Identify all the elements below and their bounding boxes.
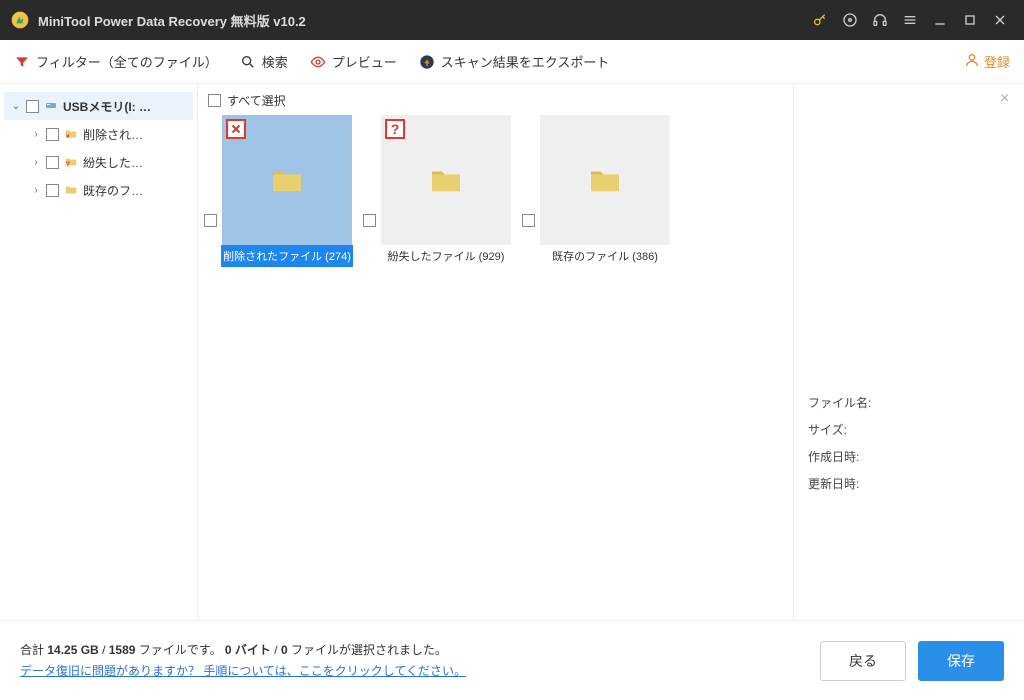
minimize-button[interactable] bbox=[926, 6, 954, 34]
footer: 合計 14.25 GB / 1589 ファイルです。 0 バイト / 0 ファイ… bbox=[0, 620, 1024, 700]
details-panel: × ファイル名: サイズ: 作成日時: 更新日時: bbox=[794, 84, 1024, 620]
tree-item-label: 紛失した… bbox=[83, 154, 193, 171]
detail-filename-label: ファイル名: bbox=[808, 394, 1010, 411]
close-button[interactable] bbox=[986, 6, 1014, 34]
preview-button[interactable]: プレビュー bbox=[310, 52, 397, 71]
tile-thumb bbox=[540, 115, 670, 245]
select-all-row: すべて選択 bbox=[204, 90, 787, 115]
register-button[interactable]: 登録 bbox=[964, 52, 1010, 71]
tile-checkbox[interactable] bbox=[522, 214, 535, 227]
folder-x-icon: × bbox=[63, 126, 79, 142]
register-label: 登録 bbox=[984, 52, 1010, 71]
checkbox[interactable] bbox=[46, 184, 59, 197]
tile-wrap: ? 紛失したファイル (929) bbox=[363, 115, 512, 267]
x-badge-icon bbox=[226, 119, 246, 139]
tree-item-deleted[interactable]: › × 削除され… bbox=[4, 120, 193, 148]
selected-bytes: 0 バイト bbox=[225, 643, 271, 657]
tree-item-existing[interactable]: › 既存のフ… bbox=[4, 176, 193, 204]
filter-button[interactable]: フィルター（全てのファイル） bbox=[14, 52, 218, 71]
question-badge-icon: ? bbox=[385, 119, 405, 139]
tile-checkbox[interactable] bbox=[204, 214, 217, 227]
tile-lost-files[interactable]: ? 紛失したファイル (929) bbox=[380, 115, 512, 267]
tile-label: 削除されたファイル (274) bbox=[221, 245, 353, 267]
checkbox[interactable] bbox=[26, 100, 39, 113]
export-button[interactable]: スキャン結果をエクスポート bbox=[419, 52, 610, 71]
tree-root-usb[interactable]: ⌄ USBメモリ(I: … bbox=[4, 92, 193, 120]
chevron-right-icon: › bbox=[30, 129, 42, 140]
search-button[interactable]: 検索 bbox=[240, 52, 288, 71]
headphones-icon[interactable] bbox=[866, 6, 894, 34]
main: ⌄ USBメモリ(I: … › × 削除され… › ? 紛失した… › 既存のフ… bbox=[0, 84, 1024, 620]
help-link[interactable]: データ復旧に問題がありますか？ 手順については、ここをクリックしてください。 bbox=[20, 664, 466, 678]
total-files: 1589 bbox=[109, 643, 136, 657]
search-icon bbox=[240, 54, 256, 70]
tile-label: 既存のファイル (386) bbox=[539, 245, 671, 267]
tile-deleted-files[interactable]: 削除されたファイル (274) bbox=[221, 115, 353, 267]
filter-icon bbox=[14, 54, 30, 70]
svg-text:×: × bbox=[66, 134, 70, 141]
chevron-right-icon: › bbox=[30, 157, 42, 168]
content: すべて選択 削除されたファイル (274) bbox=[198, 84, 1024, 620]
tree-item-lost[interactable]: › ? 紛失した… bbox=[4, 148, 193, 176]
sidebar-tree: ⌄ USBメモリ(I: … › × 削除され… › ? 紛失した… › 既存のフ… bbox=[0, 84, 198, 620]
select-all-checkbox[interactable] bbox=[208, 94, 221, 107]
svg-text:?: ? bbox=[66, 162, 70, 169]
chevron-down-icon: ⌄ bbox=[10, 101, 22, 112]
export-label: スキャン結果をエクスポート bbox=[441, 52, 610, 71]
tile-label: 紛失したファイル (929) bbox=[380, 245, 512, 267]
selected-files: 0 bbox=[281, 643, 288, 657]
eye-icon bbox=[310, 54, 326, 70]
titlebar: MiniTool Power Data Recovery 無料版 v10.2 bbox=[0, 0, 1024, 40]
grid-pane: すべて選択 削除されたファイル (274) bbox=[198, 84, 794, 620]
checkbox[interactable] bbox=[46, 128, 59, 141]
preview-label: プレビュー bbox=[332, 52, 397, 71]
folder-icon bbox=[63, 182, 79, 198]
tree-item-label: 既存のフ… bbox=[83, 182, 193, 199]
key-icon[interactable] bbox=[806, 6, 834, 34]
detail-size-label: サイズ: bbox=[808, 421, 1010, 438]
search-label: 検索 bbox=[262, 52, 288, 71]
menu-icon[interactable] bbox=[896, 6, 924, 34]
tile-existing-files[interactable]: 既存のファイル (386) bbox=[539, 115, 671, 267]
tile-wrap: 既存のファイル (386) bbox=[522, 115, 671, 267]
tile-thumb: ? bbox=[381, 115, 511, 245]
total-size: 14.25 GB bbox=[47, 643, 98, 657]
app-logo-icon bbox=[10, 10, 30, 30]
tile-thumb bbox=[222, 115, 352, 245]
status-text: 合計 14.25 GB / 1589 ファイルです。 0 バイト / 0 ファイ… bbox=[20, 640, 808, 681]
detail-modified-label: 更新日時: bbox=[808, 475, 1010, 492]
detail-created-label: 作成日時: bbox=[808, 448, 1010, 465]
disc-icon[interactable] bbox=[836, 6, 864, 34]
drive-icon bbox=[43, 98, 59, 114]
tree-item-label: 削除され… bbox=[83, 126, 193, 143]
maximize-button[interactable] bbox=[956, 6, 984, 34]
close-details-button[interactable]: × bbox=[1000, 92, 1016, 108]
select-all-label: すべて選択 bbox=[227, 92, 286, 109]
chevron-right-icon: › bbox=[30, 185, 42, 196]
tile-grid: 削除されたファイル (274) ? 紛失したファイル (929) bbox=[204, 115, 787, 267]
app-title: MiniTool Power Data Recovery 無料版 v10.2 bbox=[38, 11, 804, 30]
tile-checkbox[interactable] bbox=[363, 214, 376, 227]
tree-root-label: USBメモリ(I: … bbox=[63, 98, 193, 115]
back-button[interactable]: 戻る bbox=[820, 641, 906, 681]
filter-label: フィルター（全てのファイル） bbox=[36, 52, 218, 71]
folder-q-icon: ? bbox=[63, 154, 79, 170]
checkbox[interactable] bbox=[46, 156, 59, 169]
save-button[interactable]: 保存 bbox=[918, 641, 1004, 681]
toolbar: フィルター（全てのファイル） 検索 プレビュー スキャン結果をエクスポート 登録 bbox=[0, 40, 1024, 84]
tile-wrap: 削除されたファイル (274) bbox=[204, 115, 353, 267]
export-icon bbox=[419, 54, 435, 70]
user-icon bbox=[964, 52, 980, 71]
